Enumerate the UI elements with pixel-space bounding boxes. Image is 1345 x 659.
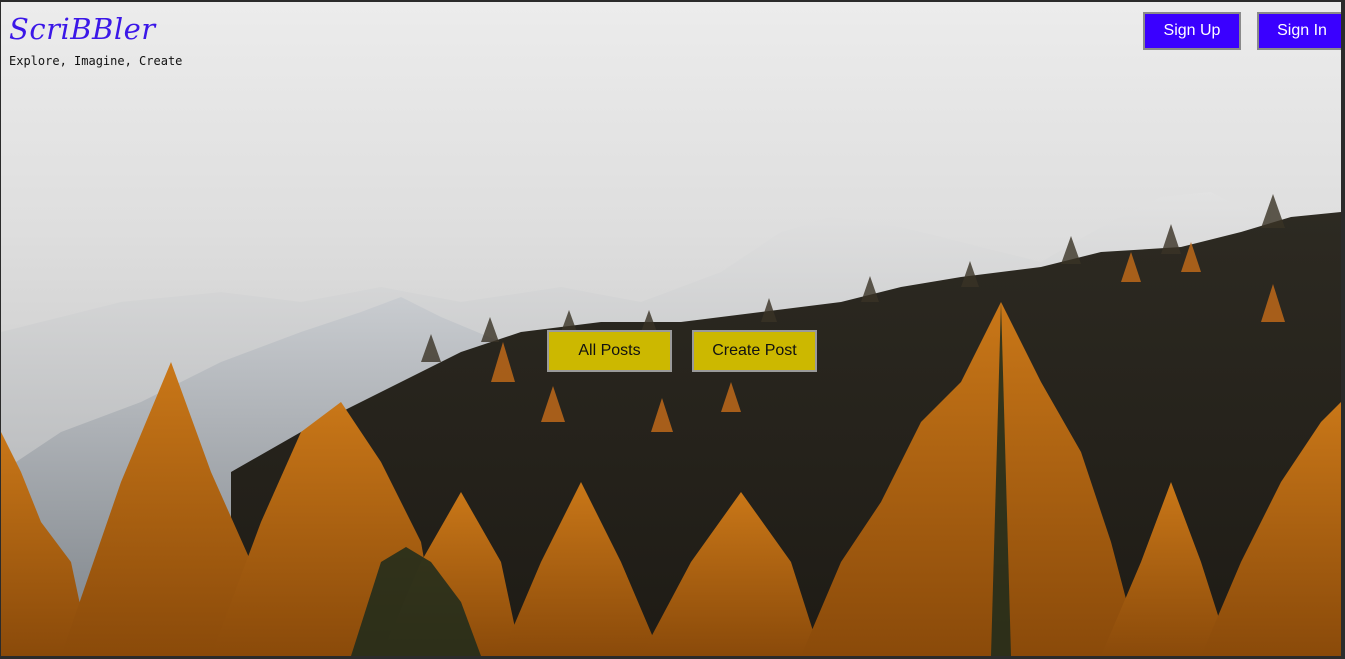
hero-background-image [1,2,1341,656]
tagline: Explore, Imagine, Create [9,54,183,68]
sign-up-button[interactable]: Sign Up [1143,12,1241,50]
sign-in-button[interactable]: Sign In [1257,12,1341,50]
create-post-button[interactable]: Create Post [692,330,817,372]
page-viewport: ScriBBler Explore, Imagine, Create Sign … [1,2,1341,656]
brand-block: ScriBBler Explore, Imagine, Create [9,12,182,68]
logo-text[interactable]: ScriBBler [9,12,182,46]
all-posts-button[interactable]: All Posts [547,330,672,372]
